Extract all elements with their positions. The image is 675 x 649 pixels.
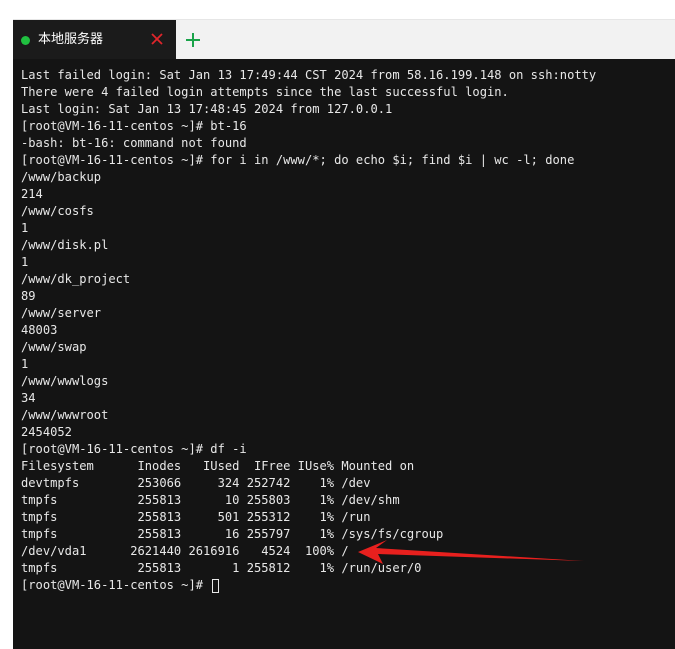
- terminal-line: 48003: [21, 323, 58, 337]
- terminal-line: 2454052: [21, 425, 72, 439]
- terminal-line: Last failed login: Sat Jan 13 17:49:44 C…: [21, 68, 597, 82]
- terminal-line: tmpfs 255813 16 255797 1% /sys/fs/cgroup: [21, 527, 444, 541]
- terminal-line: Last login: Sat Jan 13 17:48:45 2024 fro…: [21, 102, 393, 116]
- tab-label: 本地服务器: [38, 32, 104, 47]
- terminal-line: /www/disk.pl: [21, 238, 109, 252]
- terminal-line: [root@VM-16-11-centos ~]# bt-16: [21, 119, 247, 133]
- terminal-line: /www/wwwroot: [21, 408, 109, 422]
- connection-status-icon: [21, 36, 30, 45]
- terminal-line: [root@VM-16-11-centos ~]# for i in /www/…: [21, 153, 575, 167]
- plus-icon[interactable]: [184, 31, 202, 49]
- shell-prompt: [root@VM-16-11-centos ~]#: [21, 578, 211, 592]
- terminal-line: /www/swap: [21, 340, 87, 354]
- terminal-line: devtmpfs 253066 324 252742 1% /dev: [21, 476, 371, 490]
- terminal-line: There were 4 failed login attempts since…: [21, 85, 509, 99]
- terminal-line: 34: [21, 391, 36, 405]
- terminal-line: /www/cosfs: [21, 204, 94, 218]
- terminal-line: 89: [21, 289, 36, 303]
- current-prompt-line[interactable]: [root@VM-16-11-centos ~]#: [21, 577, 596, 594]
- terminal-output[interactable]: Last failed login: Sat Jan 13 17:49:44 C…: [13, 59, 675, 649]
- terminal-line: tmpfs 255813 1 255812 1% /run/user/0: [21, 561, 422, 575]
- terminal-line: /www/wwwlogs: [21, 374, 109, 388]
- terminal-line: /www/backup: [21, 170, 102, 184]
- terminal-window: 本地服务器 Last failed login: Sat Jan 13 17:4…: [13, 19, 675, 649]
- terminal-line: tmpfs 255813 10 255803 1% /dev/shm: [21, 493, 400, 507]
- tab-bar: 本地服务器: [13, 19, 675, 60]
- terminal-line: [root@VM-16-11-centos ~]# df -i: [21, 442, 247, 456]
- terminal-line: Filesystem Inodes IUsed IFree IUse% Moun…: [21, 459, 415, 473]
- tab-local-server[interactable]: 本地服务器: [13, 20, 176, 60]
- terminal-lines: Last failed login: Sat Jan 13 17:49:44 C…: [21, 67, 596, 594]
- terminal-line: 1: [21, 255, 29, 269]
- terminal-line: 1: [21, 221, 29, 235]
- text-cursor: [212, 578, 220, 593]
- terminal-line: 1: [21, 357, 29, 371]
- terminal-line: /dev/vda1 2621440 2616916 4524 100% /: [21, 544, 349, 558]
- terminal-line: /www/server: [21, 306, 102, 320]
- terminal-line: 214: [21, 187, 43, 201]
- terminal-line: /www/dk_project: [21, 272, 131, 286]
- close-icon[interactable]: [148, 30, 166, 48]
- terminal-line: tmpfs 255813 501 255312 1% /run: [21, 510, 371, 524]
- terminal-line: -bash: bt-16: command not found: [21, 136, 247, 150]
